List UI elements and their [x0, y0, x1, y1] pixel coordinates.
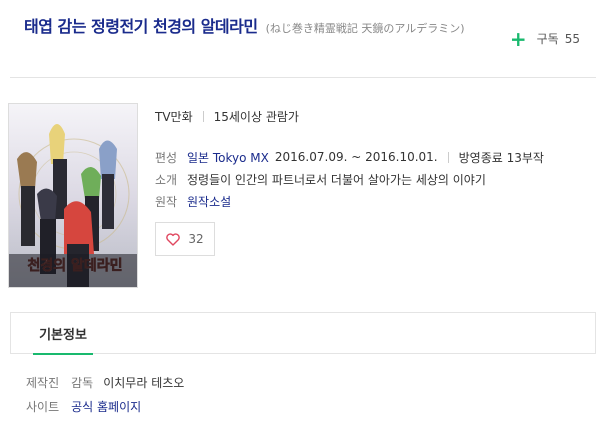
poster-illustration: 천경의 알데라민: [9, 104, 137, 287]
subscribe-count: 55: [564, 31, 580, 46]
poster-image[interactable]: 천경의 알데라민: [8, 103, 138, 288]
synopsis-row: 소개 정령들이 인간의 파트너로서 더불어 살아가는 세상의 이야기: [155, 168, 595, 190]
heart-icon: [166, 232, 181, 246]
info-panel: TV만화 15세이상 관람가 편성 일본 Tokyo MX 2016.07.09…: [155, 108, 595, 212]
director-name[interactable]: 이치무라 테츠오: [103, 374, 184, 391]
rating-label: 15세이상 관람가: [213, 109, 299, 124]
detail-section: 제작진 감독 이치무라 테츠오 사이트 공식 홈페이지: [26, 370, 586, 418]
meta-line: TV만화 15세이상 관람가: [155, 108, 595, 124]
production-label: 제작진: [26, 375, 60, 390]
plus-icon: +: [509, 26, 527, 51]
production-row: 제작진 감독 이치무라 테츠오: [26, 370, 586, 394]
divider: [202, 110, 204, 122]
broadcast-period: 2016.07.09. ~ 2016.10.01.: [274, 150, 438, 164]
broadcast-row: 편성 일본 Tokyo MX 2016.07.09. ~ 2016.10.01.…: [155, 146, 595, 168]
original-label: 원작: [155, 194, 178, 209]
page-title[interactable]: 태엽 감는 정령전기 천경의 알데라민: [24, 17, 258, 36]
synopsis-text: 정령들이 인간의 파트너로서 더불어 살아가는 세상의 이야기: [187, 172, 486, 187]
page-header: 태엽 감는 정령전기 천경의 알데라민 (ねじ巻き精霊戦記 天鏡のアルデラミン) …: [10, 0, 596, 78]
broadcast-link[interactable]: 일본 Tokyo MX: [187, 149, 269, 166]
director-role: 감독: [71, 375, 94, 390]
tab-bar: 기본정보: [10, 312, 596, 355]
like-count: 32: [188, 232, 204, 246]
site-label: 사이트: [26, 399, 60, 414]
subscribe-label: 구독: [536, 32, 559, 46]
synopsis-label: 소개: [155, 172, 178, 187]
poster-caption: 천경의 알데라민: [27, 257, 122, 274]
tab-basic-info[interactable]: 기본정보: [33, 313, 93, 355]
divider: [447, 151, 449, 163]
original-row: 원작 원작소설: [155, 190, 595, 212]
site-row: 사이트 공식 홈페이지: [26, 394, 586, 418]
like-button[interactable]: 32: [155, 222, 215, 256]
original-title: (ねじ巻き精霊戦記 天鏡のアルデラミン): [265, 22, 465, 35]
broadcast-label: 편성: [155, 150, 178, 165]
title-block: 태엽 감는 정령전기 천경의 알데라민 (ねじ巻き精霊戦記 天鏡のアルデラミン): [24, 16, 494, 40]
broadcast-status: 방영종료 13부작: [458, 150, 544, 165]
official-site-link[interactable]: 공식 홈페이지: [71, 398, 141, 415]
original-link[interactable]: 원작소설: [187, 193, 231, 210]
subscribe-button[interactable]: + 구독 55: [509, 26, 580, 51]
format-label: TV만화: [155, 109, 193, 124]
